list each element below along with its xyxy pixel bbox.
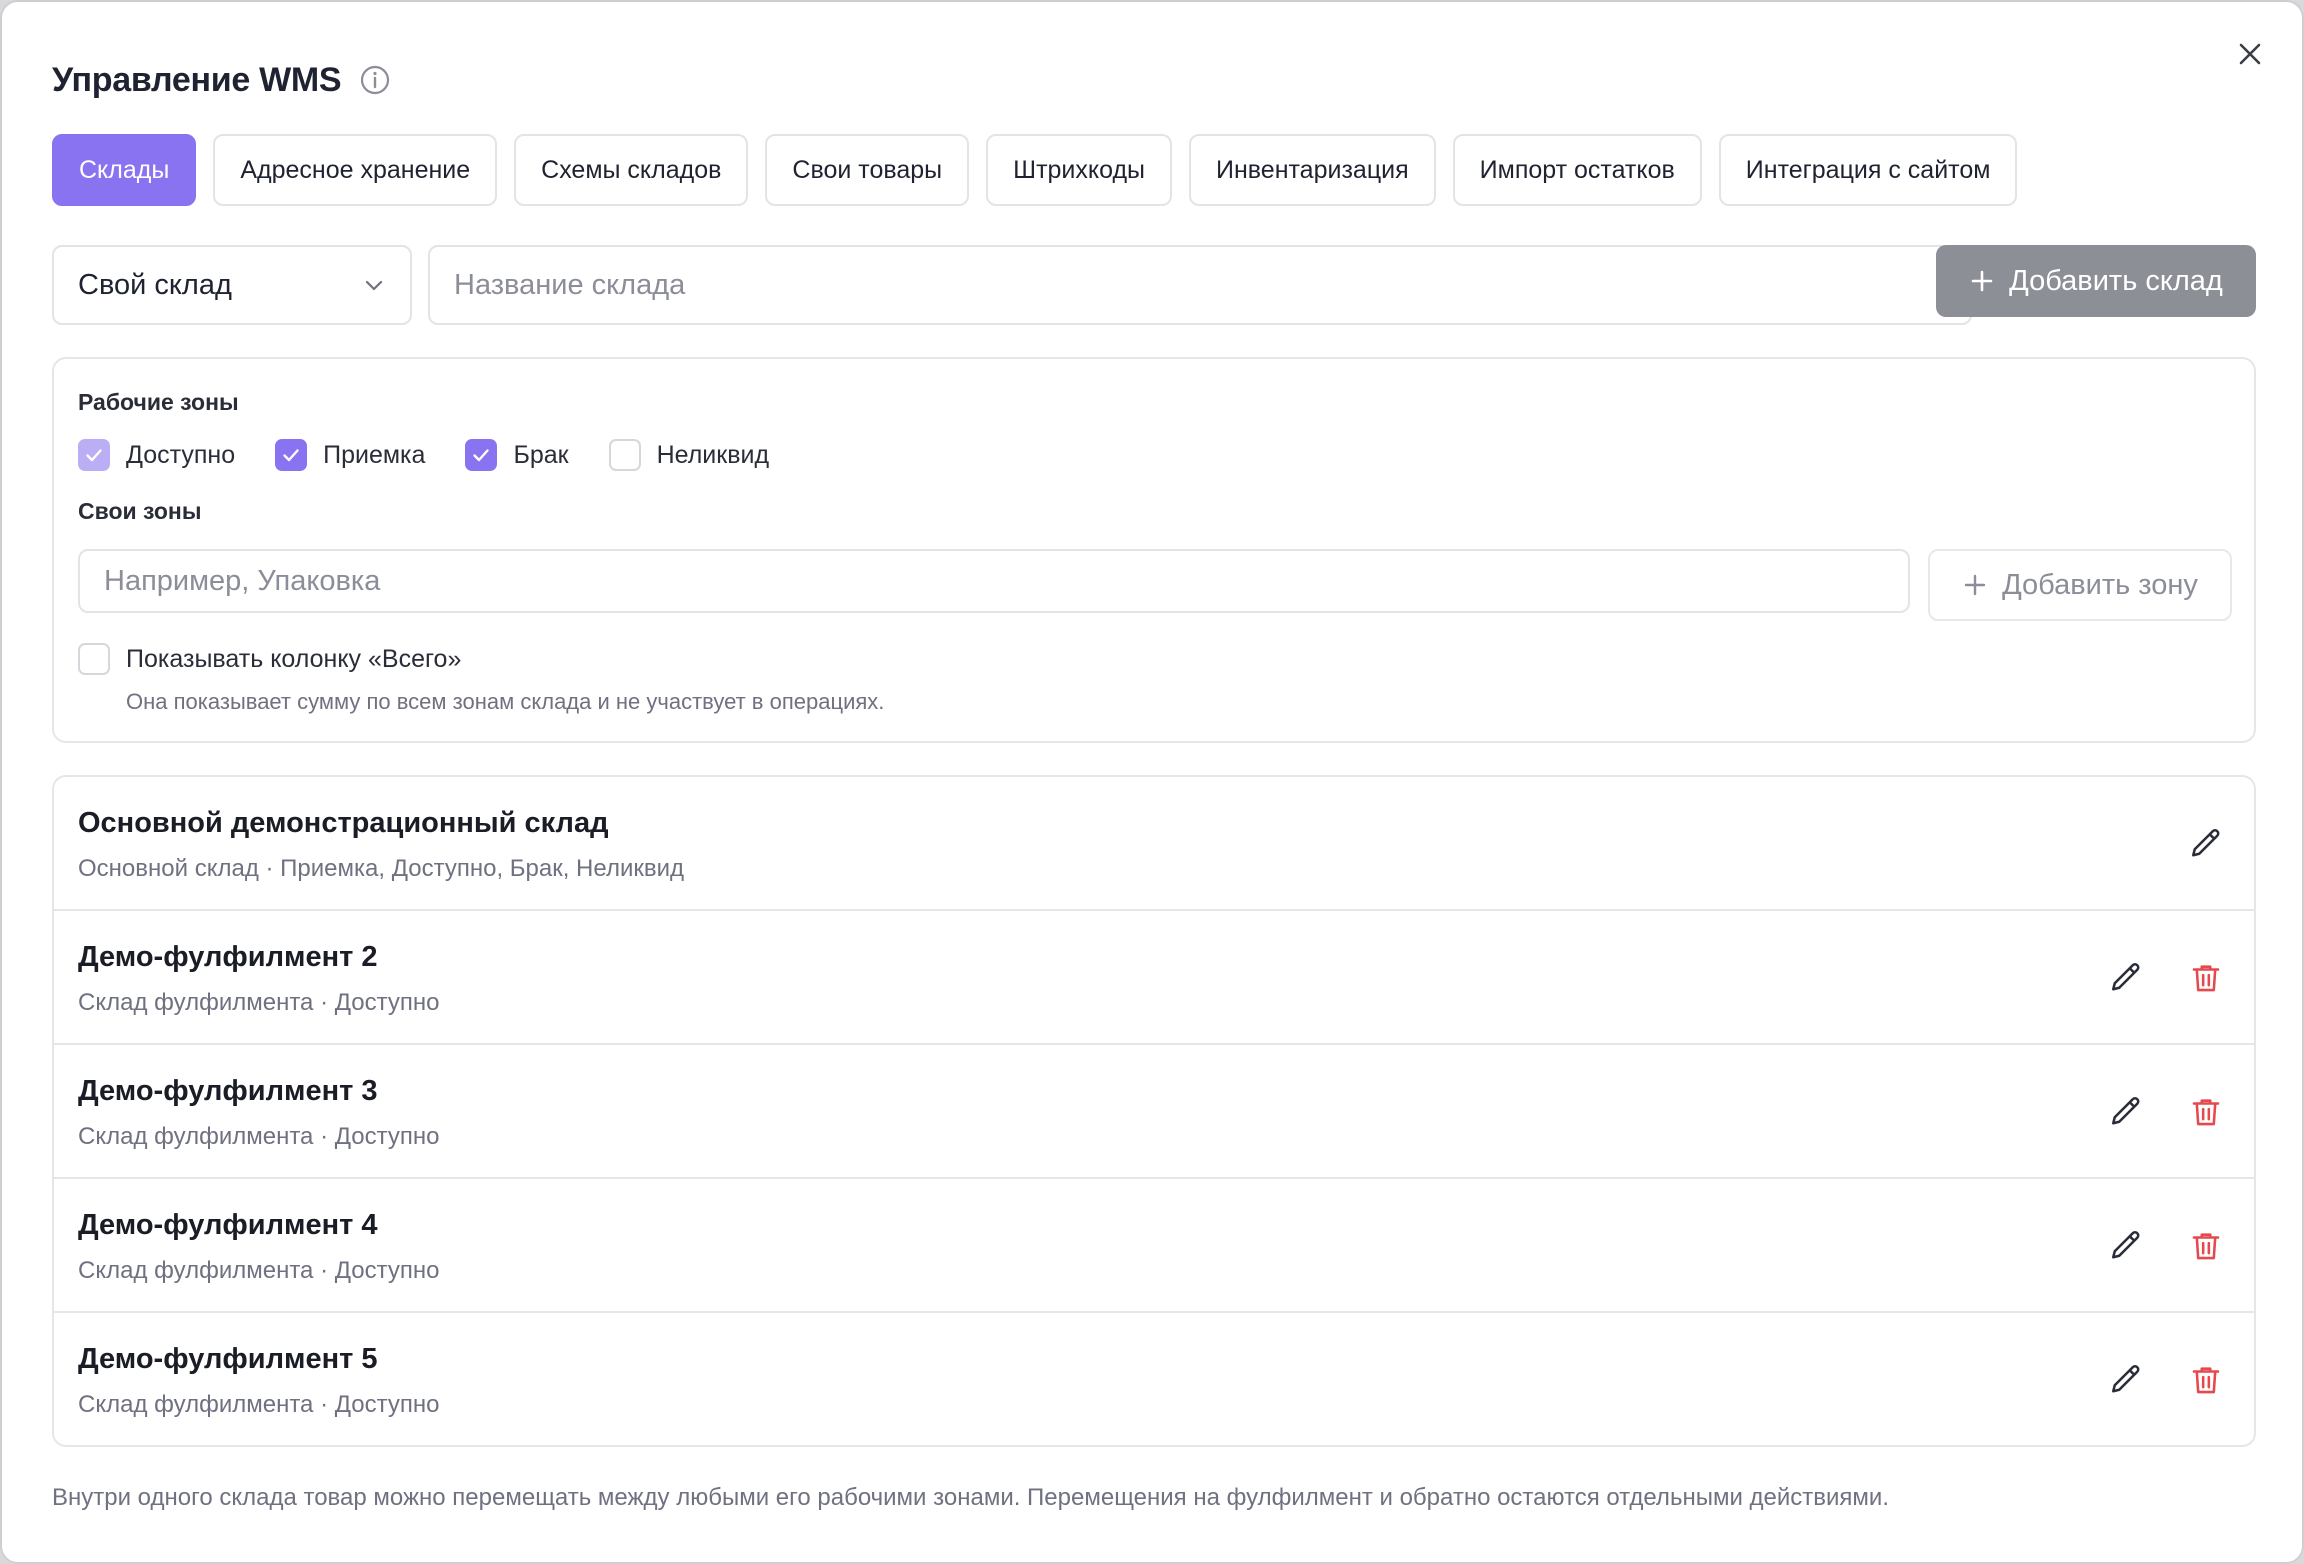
check-icon (86, 449, 102, 462)
zone-checkbox-defect[interactable]: Брак (465, 439, 569, 471)
warehouse-row: Демо-фулфилмент 2 Склад фулфилмента · До… (54, 911, 2254, 1045)
warehouse-row: Демо-фулфилмент 4 Склад фулфилмента · До… (54, 1179, 2254, 1313)
own-zones-label: Свои зоны (78, 498, 202, 524)
checkbox-box (78, 643, 110, 675)
warehouse-name-input[interactable] (428, 245, 1972, 325)
warehouse-name: Демо-фулфилмент 4 (78, 1209, 378, 1241)
work-zones-checkboxes: Доступно Приемка Брак Неликвид (78, 439, 769, 471)
checkbox-box (465, 439, 498, 471)
warehouse-name: Демо-фулфилмент 2 (78, 941, 378, 973)
pencil-icon (2191, 829, 2220, 857)
close-icon (2239, 43, 2261, 65)
trash-icon (2192, 1233, 2220, 1260)
warehouse-name: Демо-фулфилмент 3 (78, 1075, 378, 1107)
checkbox-box (275, 439, 308, 471)
warehouse-row: Основной демонстрационный склад Основной… (54, 777, 2254, 911)
zones-settings-card: Рабочие зоны Доступно Приемка Брак Нелик… (52, 357, 2256, 743)
warehouse-meta: Основной склад · Приемка, Доступно, Брак… (78, 855, 685, 882)
warehouse-type-select[interactable]: Свой склад (52, 245, 412, 325)
warehouse-name: Демо-фулфилмент 5 (78, 1343, 378, 1375)
plus-icon (1964, 574, 1986, 596)
pencil-icon (2111, 1097, 2140, 1125)
tab-bar: Склады Адресное хранение Схемы складов С… (52, 134, 2018, 206)
zone-checkbox-label: Доступно (126, 440, 236, 469)
add-zone-button[interactable]: Добавить зону (1928, 549, 2232, 621)
zone-checkbox-label: Брак (513, 440, 569, 469)
trash-icon (2192, 965, 2220, 992)
wms-modal: Управление WMS Склады Адресное хранение … (0, 0, 2304, 1564)
delete-warehouse-button[interactable] (2186, 958, 2226, 998)
warehouse-meta: Склад фулфилмента · Доступно (78, 989, 440, 1016)
check-icon (283, 449, 299, 462)
zone-checkbox-receiving[interactable]: Приемка (275, 439, 425, 471)
warehouse-meta: Склад фулфилмента · Доступно (78, 1123, 440, 1150)
pencil-icon (2111, 1365, 2140, 1393)
warehouse-list: Основной демонстрационный склад Основной… (52, 775, 2256, 1447)
chevron-down-icon (365, 280, 383, 291)
delete-warehouse-button[interactable] (2186, 1226, 2226, 1266)
edit-warehouse-button[interactable] (2106, 1092, 2146, 1132)
edit-warehouse-button[interactable] (2106, 958, 2146, 998)
warehouse-row: Демо-фулфилмент 5 Склад фулфилмента · До… (54, 1313, 2254, 1445)
tab-address-storage[interactable]: Адресное хранение (213, 134, 498, 206)
tab-site-integration[interactable]: Интеграция с сайтом (1718, 134, 2018, 206)
tab-inventory[interactable]: Инвентаризация (1189, 134, 1436, 206)
tab-barcodes[interactable]: Штрихкоды (986, 134, 1173, 206)
delete-warehouse-button[interactable] (2186, 1092, 2226, 1132)
edit-warehouse-button[interactable] (2186, 824, 2226, 864)
pencil-icon (2111, 1231, 2140, 1259)
pencil-icon (2111, 963, 2140, 991)
show-total-label: Показывать колонку «Всего» (126, 644, 462, 673)
own-zone-input[interactable] (78, 549, 1910, 613)
delete-warehouse-button[interactable] (2186, 1360, 2226, 1400)
edit-warehouse-button[interactable] (2106, 1360, 2146, 1400)
check-icon (473, 449, 490, 462)
info-icon[interactable] (359, 64, 391, 96)
add-warehouse-toolbar: Свой склад Добавить склад (52, 245, 2256, 325)
plus-icon (1971, 270, 1993, 292)
add-warehouse-button[interactable]: Добавить склад (1936, 245, 2256, 317)
tab-warehouse-schemes[interactable]: Схемы складов (514, 134, 749, 206)
show-total-checkbox[interactable]: Показывать колонку «Всего» (78, 643, 461, 675)
trash-icon (2192, 1099, 2220, 1126)
checkbox-box (78, 439, 110, 471)
add-zone-label: Добавить зону (2002, 568, 2198, 601)
warehouse-name: Основной демонстрационный склад (78, 807, 609, 839)
footer-note: Внутри одного склада товар можно перемещ… (52, 1484, 1889, 1511)
modal-header: Управление WMS (52, 56, 391, 104)
warehouse-meta: Склад фулфилмента · Доступно (78, 1391, 440, 1418)
zone-checkbox-illiquid[interactable]: Неликвид (608, 439, 770, 471)
show-total-hint: Она показывает сумму по всем зонам склад… (126, 689, 885, 714)
zone-checkbox-available[interactable]: Доступно (78, 439, 235, 471)
edit-warehouse-button[interactable] (2106, 1226, 2146, 1266)
warehouse-meta: Склад фулфилмента · Доступно (78, 1257, 440, 1284)
close-button[interactable] (2232, 36, 2268, 72)
tab-stock-import[interactable]: Импорт остатков (1452, 134, 1702, 206)
zone-checkbox-label: Приемка (323, 440, 426, 469)
add-warehouse-label: Добавить склад (2009, 264, 2223, 297)
modal-title: Управление WMS (52, 60, 342, 99)
tab-warehouses[interactable]: Склады (52, 134, 197, 206)
work-zones-label: Рабочие зоны (78, 389, 239, 415)
checkbox-box (608, 439, 641, 471)
warehouse-row: Демо-фулфилмент 3 Склад фулфилмента · До… (54, 1045, 2254, 1179)
zone-checkbox-label: Неликвид (656, 440, 770, 469)
tab-own-products[interactable]: Свои товары (765, 134, 970, 206)
warehouse-type-value: Свой склад (78, 268, 232, 301)
trash-icon (2192, 1367, 2220, 1394)
